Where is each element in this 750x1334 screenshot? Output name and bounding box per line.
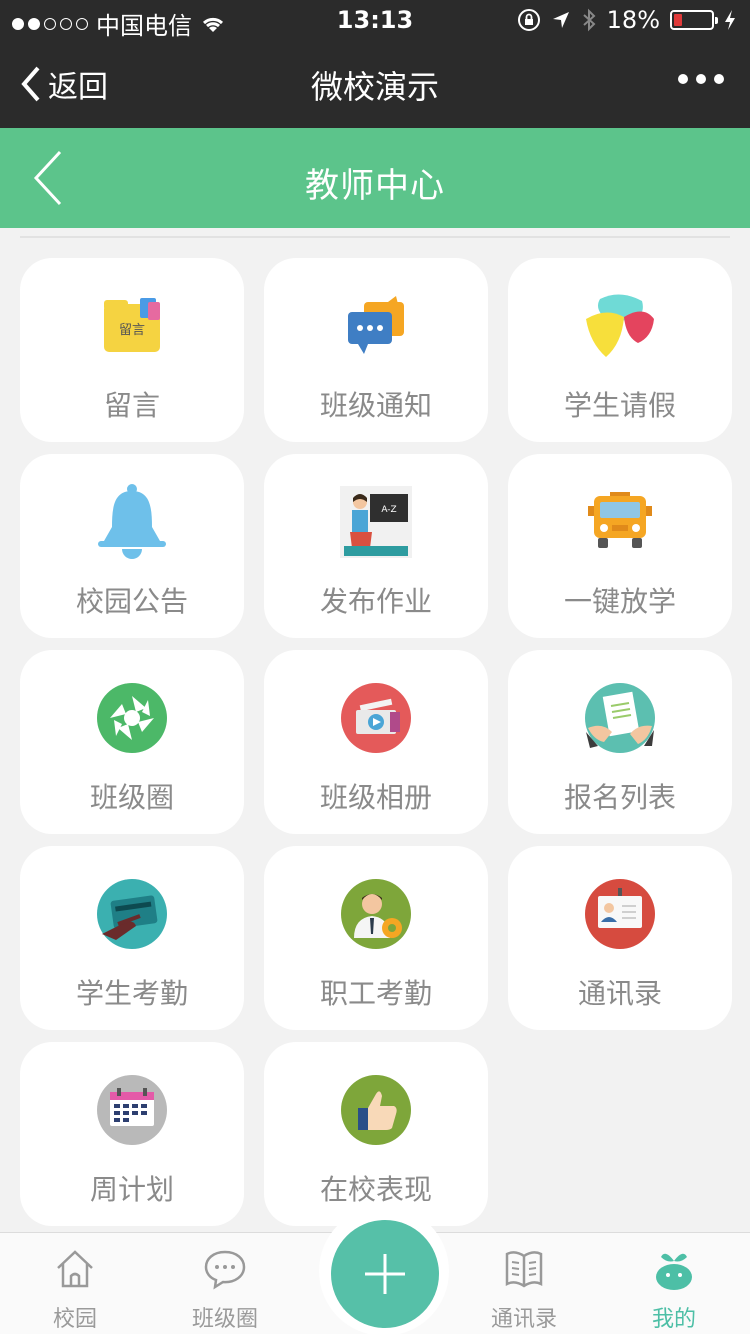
svg-text:A-Z: A-Z [381, 505, 396, 515]
tile-label: 报名列表 [563, 781, 676, 814]
tile-staff-attendance[interactable]: 职工考勤 [264, 846, 488, 1030]
tab-label: 校园 [52, 1307, 97, 1332]
more-menu-button[interactable] [678, 74, 724, 84]
signup-document-icon [585, 683, 655, 753]
tile-label: 校园公告 [75, 585, 188, 618]
tile-message[interactable]: 留言 留言 [20, 258, 244, 442]
tile-label: 学生考勤 [75, 977, 188, 1010]
tile-label: 周计划 [89, 1173, 174, 1206]
tile-school-performance[interactable]: 在校表现 [264, 1042, 488, 1226]
tile-label: 班级通知 [319, 389, 432, 422]
battery-icon [670, 10, 718, 30]
section-header: 教师中心 [0, 128, 750, 228]
message-folder-icon: 留言 [104, 298, 160, 352]
card-swipe-icon [97, 879, 167, 949]
thumbs-up-icon [341, 1075, 411, 1145]
tile-contacts[interactable]: 通讯录 [508, 846, 732, 1030]
tile-campus-notice[interactable]: 校园公告 [20, 454, 244, 638]
location-icon [552, 12, 569, 28]
tile-label: 通讯录 [577, 977, 662, 1010]
rotation-lock-icon [517, 9, 540, 31]
tab-label: 班级圈 [191, 1307, 258, 1332]
add-button[interactable] [331, 1220, 439, 1328]
tile-class-notice[interactable]: 班级通知 [264, 258, 488, 442]
chat-bubble-icon [204, 1250, 246, 1290]
tab-mine[interactable]: 我的 [599, 1245, 749, 1333]
tab-contacts[interactable]: 通讯录 [449, 1245, 599, 1333]
leave-shapes-icon [586, 294, 654, 357]
tile-signup-list[interactable]: 报名列表 [508, 650, 732, 834]
tile-label: 一键放学 [563, 585, 676, 618]
tile-student-leave[interactable]: 学生请假 [508, 258, 732, 442]
tile-label: 班级圈 [89, 781, 174, 814]
tile-class-circle[interactable]: 班级圈 [20, 650, 244, 834]
aperture-icon [97, 683, 167, 753]
home-icon [57, 1250, 93, 1288]
charging-icon [725, 10, 735, 30]
plus-icon [365, 1254, 405, 1294]
section-title: 教师中心 [305, 166, 445, 206]
tile-label: 留言 [103, 389, 160, 422]
book-icon [505, 1251, 543, 1288]
tile-label: 发布作业 [319, 585, 432, 618]
teacher-blackboard-icon: A-Z [340, 486, 412, 558]
tab-label: 我的 [651, 1307, 696, 1332]
wechat-navigation-bar: 返回 微校演示 [0, 40, 750, 128]
divider [20, 236, 730, 238]
tile-publish-homework[interactable]: A-Z 发布作业 [264, 454, 488, 638]
tab-campus[interactable]: 校园 [0, 1245, 150, 1333]
tile-class-album[interactable]: 班级相册 [264, 650, 488, 834]
page-title: 微校演示 [310, 68, 439, 106]
tile-label: 班级相册 [319, 781, 432, 814]
svg-text:留言: 留言 [119, 323, 145, 338]
contact-card-icon [585, 879, 655, 949]
battery-percent: 18% [606, 6, 660, 34]
sprout-mascot-icon [656, 1253, 692, 1290]
tab-class-circle[interactable]: 班级圈 [150, 1245, 300, 1333]
tile-student-attendance[interactable]: 学生考勤 [20, 846, 244, 1030]
bell-icon [98, 484, 166, 559]
video-album-icon [341, 683, 411, 753]
function-grid: 留言 留言 班级通知 学生请假 校园公告 A-Z 发布作业 一键放学 班级圈 班… [20, 258, 732, 1226]
tile-label: 在校表现 [319, 1173, 432, 1206]
school-bus-icon [588, 492, 652, 548]
chat-notice-icon [348, 296, 404, 354]
tile-label: 职工考勤 [319, 977, 432, 1010]
tile-label: 学生请假 [563, 389, 676, 422]
tile-weekly-plan[interactable]: 周计划 [20, 1042, 244, 1226]
tab-label: 通讯录 [490, 1307, 557, 1332]
more-dots-icon [678, 74, 688, 84]
bluetooth-icon [582, 8, 596, 32]
tile-dismissal[interactable]: 一键放学 [508, 454, 732, 638]
staff-gear-icon [341, 879, 411, 949]
status-bar: 中国电信 13:13 18% [0, 0, 750, 40]
calendar-icon [97, 1075, 167, 1145]
